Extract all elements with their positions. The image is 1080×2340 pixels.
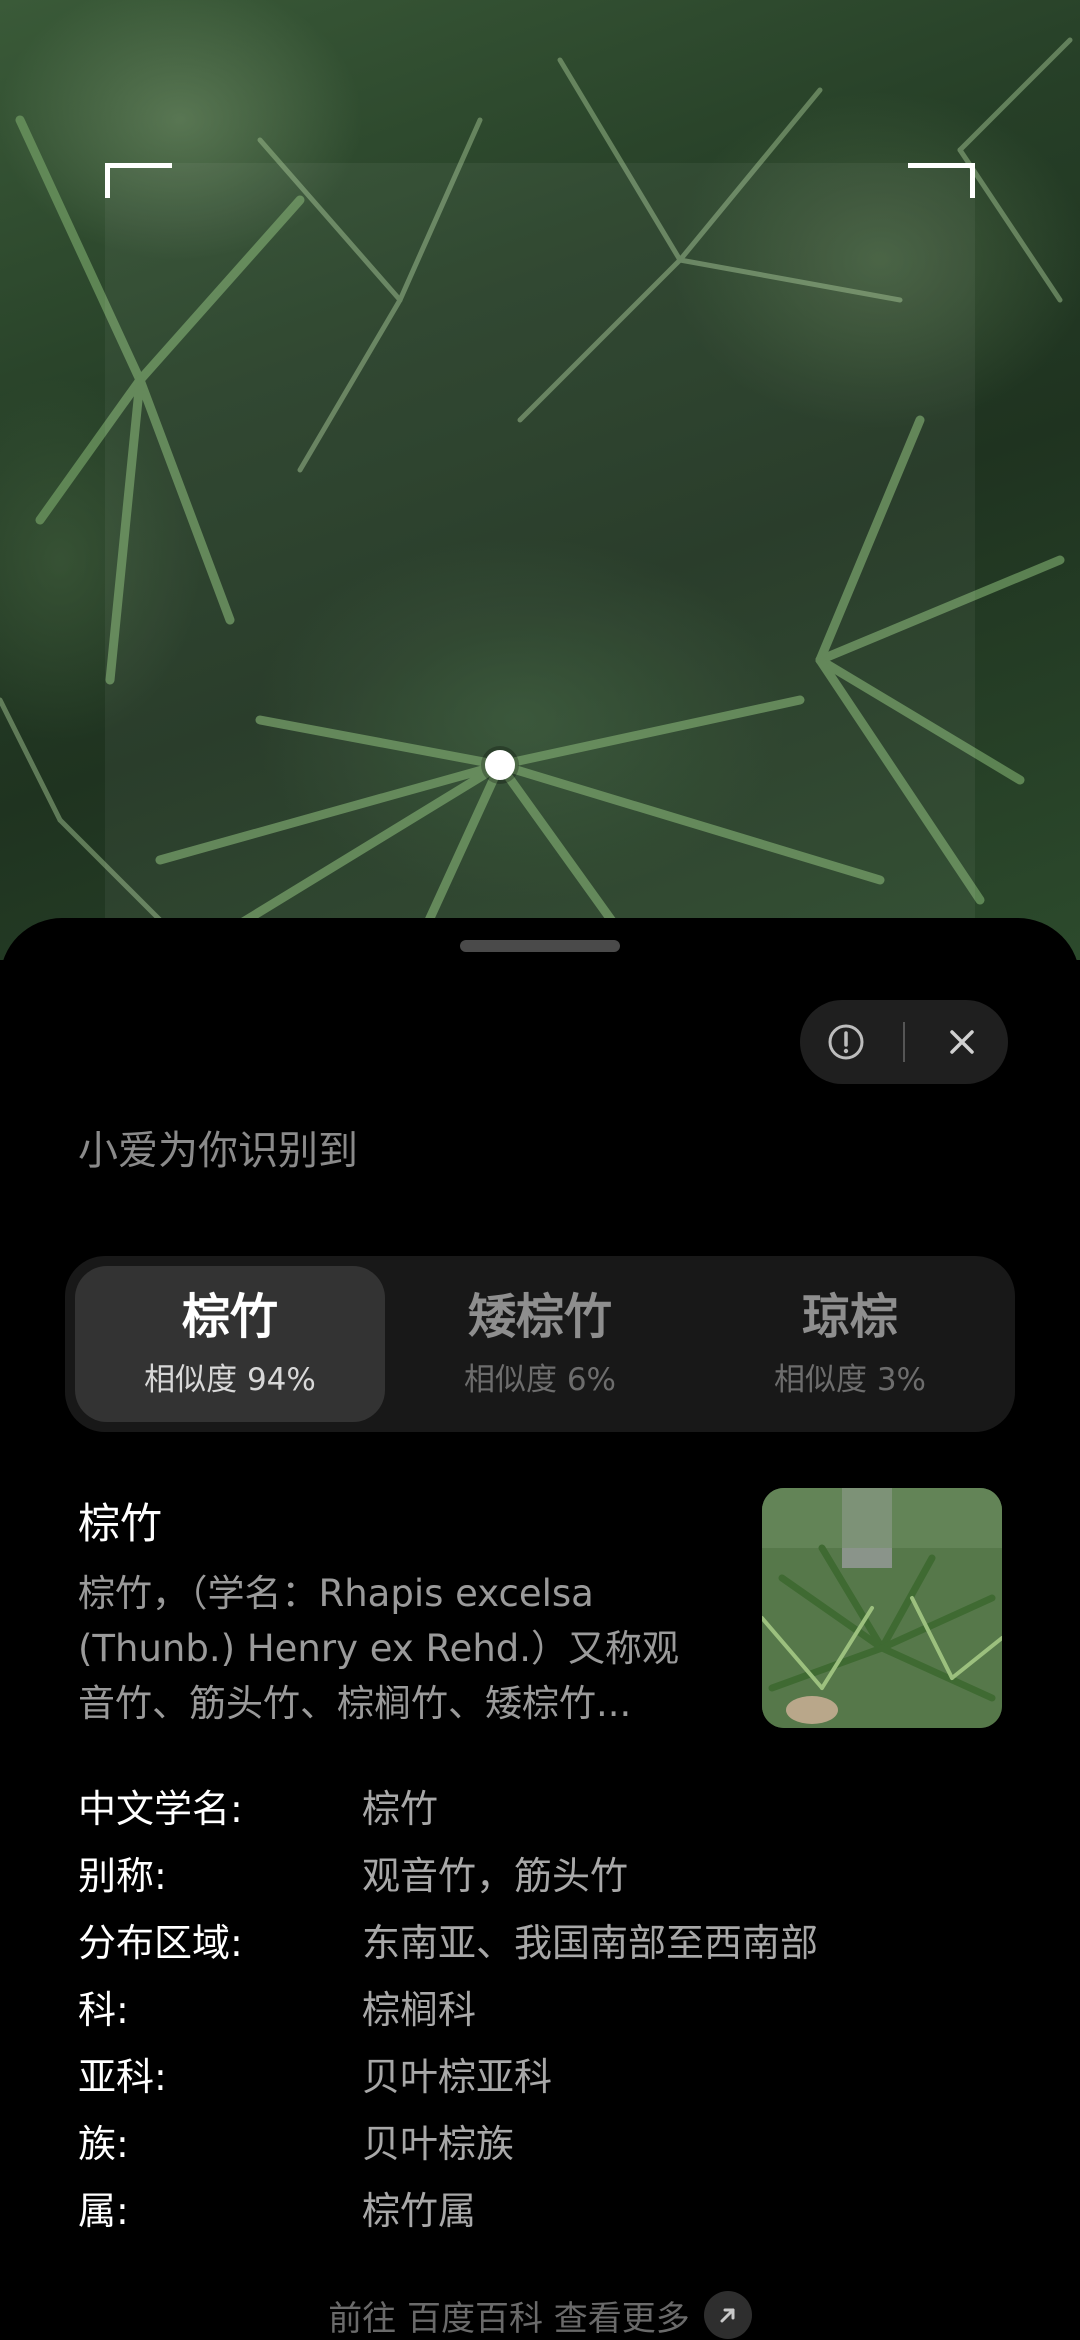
arrow-up-right-icon	[720, 2308, 735, 2323]
attribute-key: 别称:	[78, 1854, 167, 1898]
attribute-row: 分布区域: 东南亚、我国南部至西南部	[78, 1906, 1028, 1973]
attribute-row: 亚科: 贝叶棕亚科	[78, 2040, 1028, 2107]
result-sheet: 小爱为你识别到 棕竹 相似度 94% 矮棕竹 相似度 6% 琼棕 相似度 3% …	[0, 918, 1080, 2340]
sheet-drag-handle[interactable]	[460, 940, 620, 952]
attribute-key: 族:	[78, 2122, 129, 2166]
close-button[interactable]	[927, 1007, 997, 1077]
plant-attributes: 中文学名: 棕竹 别称: 观音竹，筋头竹 分布区域: 东南亚、我国南部至西南部 …	[78, 1772, 1028, 2241]
candidate-tab-1[interactable]: 棕竹 相似度 94%	[75, 1266, 385, 1422]
screen: 小爱为你识别到 棕竹 相似度 94% 矮棕竹 相似度 6% 琼棕 相似度 3% …	[0, 0, 1080, 2340]
sheet-action-pill	[800, 1000, 1008, 1084]
candidate-tab-2[interactable]: 矮棕竹 相似度 6%	[385, 1266, 695, 1422]
attribute-row: 属: 棕竹属	[78, 2174, 1028, 2241]
close-icon	[950, 1030, 974, 1054]
scan-frame	[105, 163, 975, 943]
attribute-value: 棕竹属	[362, 2189, 477, 2233]
candidate-similarity: 相似度 6%	[463, 1362, 617, 1399]
attribute-key: 科:	[78, 1988, 129, 2032]
candidate-tab-3[interactable]: 琼棕 相似度 3%	[695, 1266, 1005, 1422]
candidate-name: 棕竹	[181, 1288, 278, 1345]
attribute-value: 棕榈科	[362, 1988, 477, 2032]
attribute-row: 族: 贝叶棕族	[78, 2107, 1028, 2174]
baike-more-link[interactable]: 前往 百度百科 查看更多	[0, 2290, 1080, 2340]
candidate-similarity: 相似度 94%	[144, 1362, 316, 1399]
focus-point[interactable]	[485, 750, 515, 780]
pill-divider	[903, 1022, 905, 1062]
attribute-value: 贝叶棕亚科	[362, 2055, 553, 2099]
attribute-key: 中文学名:	[78, 1787, 243, 1831]
attribute-value: 棕竹	[362, 1787, 439, 1831]
candidate-tabs: 棕竹 相似度 94% 矮棕竹 相似度 6% 琼棕 相似度 3%	[65, 1256, 1015, 1432]
attribute-value: 东南亚、我国南部至西南部	[362, 1921, 819, 1965]
attribute-value: 观音竹，筋头竹	[362, 1854, 629, 1898]
plant-thumbnail[interactable]	[762, 1488, 1002, 1728]
plant-thumbnail-image	[762, 1488, 1002, 1728]
attribute-row: 中文学名: 棕竹	[78, 1772, 1028, 1839]
candidate-similarity: 相似度 3%	[773, 1362, 927, 1399]
camera-preview[interactable]	[0, 0, 1080, 960]
attribute-key: 分布区域:	[78, 1921, 243, 1965]
exclamation-circle-icon	[828, 1024, 864, 1060]
candidate-name: 琼棕	[801, 1288, 898, 1345]
attribute-key: 属:	[78, 2189, 129, 2233]
plant-description[interactable]: 棕竹，（学名：Rhapis excelsa (Thunb.) Henry ex …	[78, 1566, 708, 1731]
attribute-key: 亚科:	[78, 2055, 167, 2099]
feedback-button[interactable]	[811, 1007, 881, 1077]
more-link-label: 前往 百度百科 查看更多	[328, 2298, 690, 2339]
scan-corner-top-right	[908, 163, 975, 198]
plant-title: 棕竹	[78, 1499, 163, 1548]
external-link-button	[703, 2291, 752, 2339]
recognition-headline: 小爱为你识别到	[78, 1128, 358, 1174]
scan-corner-top-left	[105, 163, 172, 198]
attribute-row: 科: 棕榈科	[78, 1973, 1028, 2040]
attribute-row: 别称: 观音竹，筋头竹	[78, 1839, 1028, 1906]
attribute-value: 贝叶棕族	[362, 2122, 515, 2166]
candidate-name: 矮棕竹	[467, 1288, 612, 1345]
